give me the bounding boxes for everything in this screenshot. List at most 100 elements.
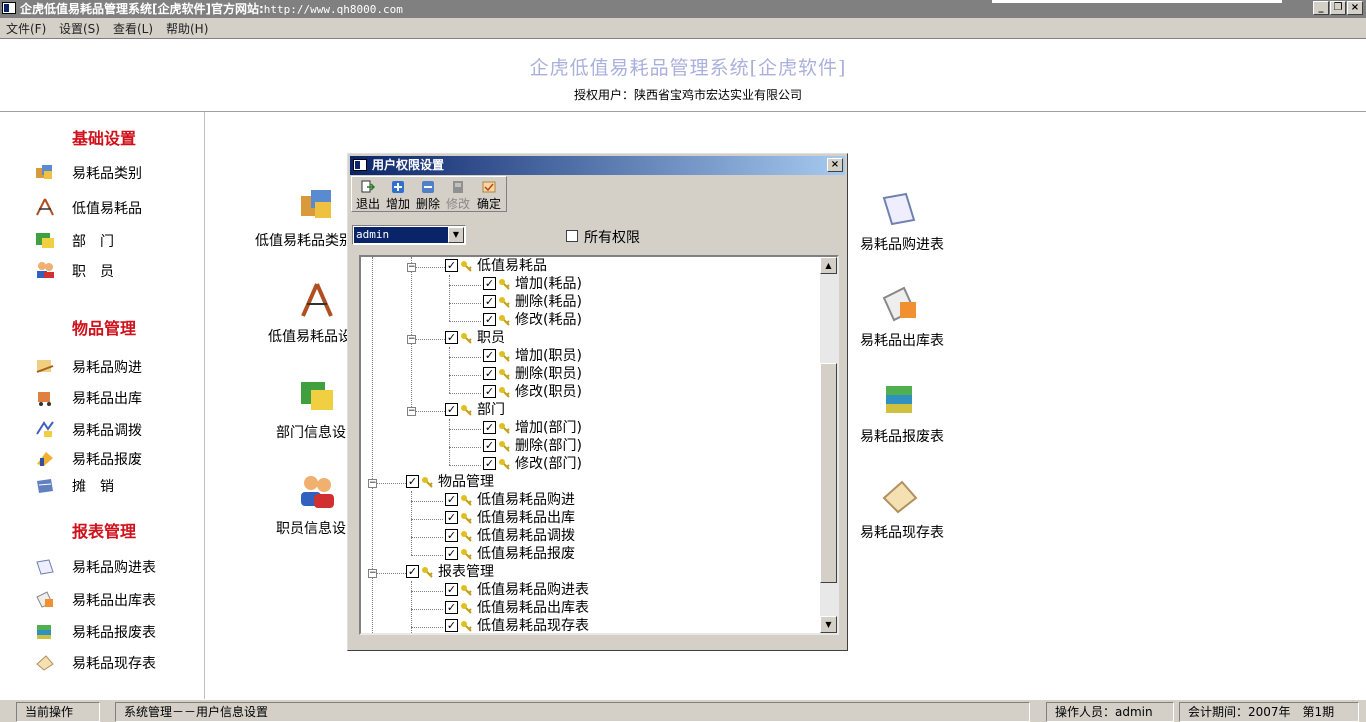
- tree-line: [449, 303, 481, 304]
- tree-line: [411, 501, 443, 502]
- outbound-icon: [38, 392, 51, 406]
- tree-checkbox[interactable]: ✓: [445, 331, 458, 344]
- menu-help[interactable]: 帮助(H): [166, 20, 208, 37]
- main-item-purchase-report[interactable]: 易耗品购进表: [860, 188, 980, 258]
- tree-checkbox[interactable]: ✓: [483, 385, 496, 398]
- tree-checkbox[interactable]: ✓: [483, 313, 496, 326]
- sidebar-item-label: 易耗品购进表: [72, 560, 156, 576]
- sidebar-item-purchase-report[interactable]: 易耗品购进表: [30, 554, 200, 578]
- transfer-icon: [36, 421, 54, 437]
- tree-node-label: 修改(职员): [515, 384, 582, 400]
- tree-line: [411, 609, 443, 610]
- tree-line: [411, 555, 443, 556]
- tree-line: [449, 347, 450, 393]
- menu-view[interactable]: 查看(L): [113, 20, 153, 37]
- user-select[interactable]: admin ▼: [352, 225, 466, 245]
- tree-checkbox[interactable]: ✓: [483, 457, 496, 470]
- tree-scrollbar[interactable]: ▲ ▼: [820, 257, 837, 633]
- tree-checkbox[interactable]: ✓: [445, 529, 458, 542]
- tree-checkbox[interactable]: ✓: [483, 367, 496, 380]
- plus-icon: [392, 181, 404, 193]
- delete-button[interactable]: 删除: [413, 179, 443, 211]
- sidebar-item-transfer[interactable]: 易耗品调拨: [30, 417, 200, 441]
- scroll-thumb[interactable]: [820, 363, 837, 583]
- restore-button[interactable]: ❐: [1330, 1, 1346, 15]
- sidebar-item-outbound-report[interactable]: 易耗品出库表: [30, 587, 200, 611]
- tree-line: [449, 419, 450, 465]
- main-item-stock-report[interactable]: 易耗品现存表: [860, 476, 980, 546]
- main-item-label: 易耗品现存表: [860, 525, 944, 541]
- key-icon: [499, 423, 510, 434]
- staff-icon: [301, 476, 334, 508]
- tree-checkbox[interactable]: ✓: [483, 277, 496, 290]
- add-button[interactable]: 增加: [383, 179, 413, 211]
- tree-checkbox[interactable]: ✓: [445, 493, 458, 506]
- key-icon: [461, 549, 472, 560]
- titlebar-highlight: [992, 0, 1282, 3]
- tree-node-label: 低值易耗品报废: [477, 546, 575, 562]
- sidebar-item-label: 易耗品报废表: [72, 625, 156, 641]
- main-item-scrap-report[interactable]: 易耗品报废表: [860, 380, 980, 450]
- scroll-up-icon[interactable]: ▲: [820, 257, 837, 274]
- tree-checkbox[interactable]: ✓: [445, 619, 458, 632]
- tree-checkbox[interactable]: ✓: [445, 547, 458, 560]
- sidebar-item-label: 易耗品出库: [72, 391, 142, 407]
- tree-expander[interactable]: −: [368, 569, 377, 578]
- tree-node-label: 低值易耗品调拨: [477, 528, 575, 544]
- checkbox-box[interactable]: [566, 230, 578, 242]
- key-icon: [461, 621, 472, 632]
- key-icon: [461, 261, 472, 272]
- dialog-close-button[interactable]: ×: [827, 158, 843, 172]
- sidebar-item-outbound[interactable]: 易耗品出库: [30, 385, 200, 409]
- sidebar-item-stock-report[interactable]: 易耗品现存表: [30, 650, 200, 674]
- minimize-button[interactable]: _: [1313, 1, 1329, 15]
- tree-checkbox[interactable]: ✓: [445, 583, 458, 596]
- sidebar-item-label: 易耗品购进: [72, 360, 142, 376]
- window-title: 企虎低值易耗品管理系统[企虎软件]官方网站:http://www.qh8000.…: [20, 2, 403, 16]
- tree-checkbox[interactable]: ✓: [445, 259, 458, 272]
- tree-line: [449, 285, 481, 286]
- tree-checkbox[interactable]: ✓: [445, 511, 458, 524]
- tree-expander[interactable]: −: [368, 479, 377, 488]
- confirm-button[interactable]: 确定: [474, 179, 504, 211]
- close-button[interactable]: ×: [1347, 1, 1363, 15]
- tree-checkbox[interactable]: ✓: [406, 475, 419, 488]
- tree-checkbox[interactable]: ✓: [483, 349, 496, 362]
- sidebar-item-category[interactable]: 易耗品类别: [30, 160, 200, 184]
- menu-file[interactable]: 文件(F): [6, 20, 46, 37]
- tree-line: [449, 429, 481, 430]
- tree-checkbox[interactable]: ✓: [445, 601, 458, 614]
- all-permissions-checkbox[interactable]: 所有权限: [566, 227, 686, 246]
- tree-line: [411, 411, 445, 412]
- key-icon: [499, 297, 510, 308]
- scroll-down-icon[interactable]: ▼: [820, 616, 837, 633]
- edit-icon: [453, 181, 463, 193]
- tools-icon: [36, 198, 54, 216]
- tree-line: [449, 321, 481, 322]
- chevron-down-icon[interactable]: ▼: [448, 227, 464, 243]
- main-item-outbound-report[interactable]: 易耗品出库表: [860, 284, 980, 354]
- sidebar-item-department[interactable]: 部 门: [30, 228, 200, 252]
- exit-button[interactable]: 退出: [353, 179, 383, 211]
- tree-checkbox[interactable]: ✓: [406, 565, 419, 578]
- tree-checkbox[interactable]: ✓: [483, 295, 496, 308]
- menu-settings[interactable]: 设置(S): [59, 20, 100, 37]
- sidebar-item-tools[interactable]: 低值易耗品: [30, 195, 200, 219]
- department-icon: [301, 382, 333, 410]
- sidebar-item-amortize[interactable]: 摊 销: [30, 473, 200, 497]
- tree-checkbox[interactable]: ✓: [483, 421, 496, 434]
- tree-expander[interactable]: −: [407, 263, 416, 272]
- tree-checkbox[interactable]: ✓: [445, 403, 458, 416]
- sidebar-item-purchase[interactable]: 易耗品购进: [30, 354, 200, 378]
- sidebar-item-staff[interactable]: 职 员: [30, 258, 200, 282]
- tree-expander[interactable]: −: [407, 335, 416, 344]
- permission-tree[interactable]: − − − − − ✓ 低值易耗品 ✓ 增加(耗品) ✓ 删除(耗品) ✓ 修改(耗品)…: [359, 255, 839, 635]
- tree-checkbox[interactable]: ✓: [483, 439, 496, 452]
- licensed-user: 授权用户：陕西省宝鸡市宏达实业有限公司: [573, 88, 802, 102]
- edit-button[interactable]: 修改: [443, 179, 473, 211]
- tree-expander[interactable]: −: [407, 407, 416, 416]
- sidebar-item-scrap[interactable]: 易耗品报废: [30, 446, 200, 470]
- sidebar-item-scrap-report[interactable]: 易耗品报废表: [30, 619, 200, 643]
- tree-node-label: 删除(职员): [515, 366, 582, 382]
- tree-viewport: − − − − − ✓ 低值易耗品 ✓ 增加(耗品) ✓ 删除(耗品) ✓ 修改(耗品)…: [361, 257, 815, 633]
